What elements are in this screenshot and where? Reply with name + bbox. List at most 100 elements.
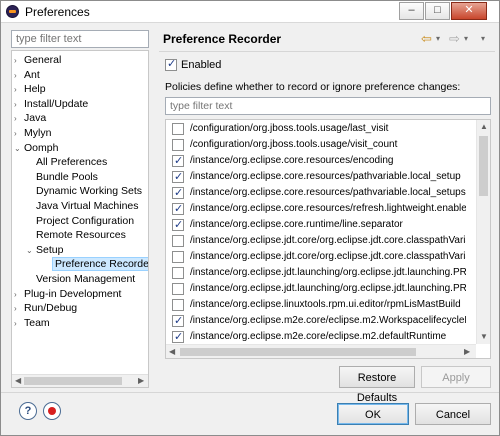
record-preferences-icon[interactable]	[43, 402, 61, 420]
policy-checkbox[interactable]	[172, 153, 184, 169]
back-history-dropdown-icon[interactable]: ▾	[436, 34, 440, 43]
policy-list-vscroll-thumb[interactable]	[479, 136, 488, 196]
policy-checkbox[interactable]	[172, 267, 184, 280]
expand-arrow-icon[interactable]: ›	[14, 126, 24, 141]
tree-item[interactable]: ⌄ Oomph	[14, 141, 58, 156]
enabled-checkbox-row[interactable]: Enabled	[165, 57, 221, 74]
ok-button[interactable]: OK	[337, 403, 409, 425]
tree-item[interactable]: › General	[14, 53, 61, 68]
policy-filter-input[interactable]	[165, 97, 491, 115]
tree-item[interactable]: › Run/Debug	[14, 301, 77, 316]
policy-row[interactable]: /configuration/org.jboss.tools.usage/las…	[166, 121, 466, 137]
tree-item[interactable]: Remote Resources	[26, 228, 126, 243]
policy-description: Policies define whether to record or ign…	[165, 81, 461, 93]
policy-checkbox[interactable]	[172, 139, 184, 152]
policy-checkbox[interactable]	[172, 235, 184, 248]
scroll-left-arrow-icon[interactable]: ◀	[15, 376, 21, 385]
policy-checkbox[interactable]	[172, 299, 184, 312]
policy-row[interactable]: /instance/org.eclipse.linuxtools.rpm.ui.…	[166, 297, 466, 313]
apply-button[interactable]: Apply	[421, 366, 491, 388]
tree-item[interactable]: › Install/Update	[14, 97, 88, 112]
tree-item-label: Java	[24, 112, 47, 125]
policy-checkbox[interactable]	[172, 251, 184, 264]
policy-row[interactable]: /instance/org.eclipse.core.resources/pat…	[166, 169, 466, 185]
policy-path: /instance/org.eclipse.core.resources/pat…	[190, 187, 466, 199]
policy-row[interactable]: /instance/org.eclipse.jdt.launching/org.…	[166, 265, 466, 281]
policy-row[interactable]: /configuration/org.jboss.tools.usage/vis…	[166, 137, 466, 153]
cancel-button[interactable]: Cancel	[415, 403, 491, 425]
expand-arrow-icon[interactable]: ›	[14, 53, 24, 68]
view-menu-icon[interactable]: ▾	[481, 34, 485, 43]
preference-tree: ◀ ▶ › General › Ant › Help › Install/Update › Jav…	[11, 50, 149, 388]
tree-item[interactable]: Dynamic Working Sets	[26, 184, 142, 199]
policy-checkbox[interactable]	[172, 329, 184, 345]
tree-horizontal-scrollbar[interactable]: ◀ ▶	[12, 374, 148, 387]
collapse-arrow-icon[interactable]: ⌄	[26, 243, 36, 258]
tree-item[interactable]: Preference Recorder	[42, 257, 148, 272]
policy-checkbox[interactable]	[172, 217, 184, 233]
policy-list-horizontal-scrollbar[interactable]: ◀ ▶	[166, 344, 476, 358]
tree-item-label: Team	[24, 316, 50, 329]
policy-list-vertical-scrollbar[interactable]: ▲ ▼	[476, 120, 490, 344]
expand-arrow-icon[interactable]: ›	[14, 111, 24, 126]
policy-row[interactable]: /instance/org.eclipse.m2e.core/eclipse.m…	[166, 329, 466, 345]
policy-row[interactable]: /instance/org.eclipse.jdt.core/org.eclip…	[166, 249, 466, 265]
policy-row[interactable]: /instance/org.eclipse.core.resources/ref…	[166, 201, 466, 217]
policy-row[interactable]: /instance/org.eclipse.jdt.core/org.eclip…	[166, 233, 466, 249]
scroll-left-arrow-icon[interactable]: ◀	[169, 347, 175, 356]
collapse-arrow-icon[interactable]: ⌄	[14, 141, 24, 156]
tree-item[interactable]: › Mylyn	[14, 126, 51, 141]
minimize-button[interactable]: –	[399, 2, 424, 20]
scroll-down-arrow-icon[interactable]: ▼	[480, 332, 488, 341]
tree-item[interactable]: ⌄ Setup	[26, 243, 63, 258]
pane-splitter[interactable]	[151, 28, 155, 390]
policy-checkbox[interactable]	[172, 123, 184, 136]
maximize-button[interactable]: □	[425, 2, 450, 20]
tree-item[interactable]: › Java	[14, 111, 46, 126]
policy-checkbox[interactable]	[172, 283, 184, 296]
tree-item[interactable]: All Preferences	[26, 155, 107, 170]
enabled-checkbox[interactable]	[165, 57, 177, 72]
policy-checkbox[interactable]	[172, 185, 184, 201]
help-icon[interactable]: ?	[19, 402, 37, 420]
forward-history-dropdown-icon[interactable]: ▾	[464, 34, 468, 43]
policy-checkbox[interactable]	[172, 201, 184, 217]
tree-item-label: General	[24, 54, 62, 66]
scroll-right-arrow-icon[interactable]: ▶	[138, 376, 144, 385]
policy-row[interactable]: /instance/org.eclipse.core.runtime/line.…	[166, 217, 466, 233]
tree-item-label: Help	[24, 83, 46, 96]
policy-list-hscroll-thumb[interactable]	[180, 348, 416, 356]
expand-arrow-icon[interactable]: ›	[14, 301, 24, 316]
tree-scroll-thumb[interactable]	[24, 377, 122, 385]
tree-filter-input[interactable]	[11, 30, 149, 48]
tree-item-label: Setup	[36, 243, 64, 256]
tree-item[interactable]: › Team	[14, 316, 50, 331]
policy-row[interactable]: /instance/org.eclipse.jdt.launching/org.…	[166, 281, 466, 297]
title-bar: Preferences – □ ✕	[1, 1, 499, 23]
expand-arrow-icon[interactable]: ›	[14, 82, 24, 97]
tree-item[interactable]: Version Management	[26, 272, 135, 287]
scroll-up-arrow-icon[interactable]: ▲	[480, 122, 488, 131]
close-button[interactable]: ✕	[451, 2, 487, 20]
tree-item[interactable]: › Help	[14, 82, 46, 97]
scroll-right-arrow-icon[interactable]: ▶	[464, 347, 470, 356]
expand-arrow-icon[interactable]: ›	[14, 287, 24, 302]
tree-item[interactable]: › Plug-in Development	[14, 287, 121, 302]
policy-checkbox[interactable]	[172, 313, 184, 329]
expand-arrow-icon[interactable]: ›	[14, 68, 24, 83]
tree-item-label: Remote Resources	[36, 229, 126, 242]
policy-row[interactable]: /instance/org.eclipse.core.resources/enc…	[166, 153, 466, 169]
tree-item-label: Run/Debug	[24, 302, 78, 315]
tree-item[interactable]: Project Configuration	[26, 214, 134, 229]
policy-row[interactable]: /instance/org.eclipse.core.resources/pat…	[166, 185, 466, 201]
forward-arrow-icon[interactable]: ⇨	[449, 31, 460, 47]
expand-arrow-icon[interactable]: ›	[14, 97, 24, 112]
policy-checkbox[interactable]	[172, 169, 184, 185]
tree-item[interactable]: Java Virtual Machines	[26, 199, 139, 214]
expand-arrow-icon[interactable]: ›	[14, 316, 24, 331]
policy-row[interactable]: /instance/org.eclipse.m2e.core/eclipse.m…	[166, 313, 466, 329]
restore-defaults-button[interactable]: Restore Defaults	[339, 366, 415, 404]
tree-item[interactable]: › Ant	[14, 68, 40, 83]
tree-item[interactable]: Bundle Pools	[26, 170, 98, 185]
back-arrow-icon[interactable]: ⇦	[421, 31, 432, 47]
